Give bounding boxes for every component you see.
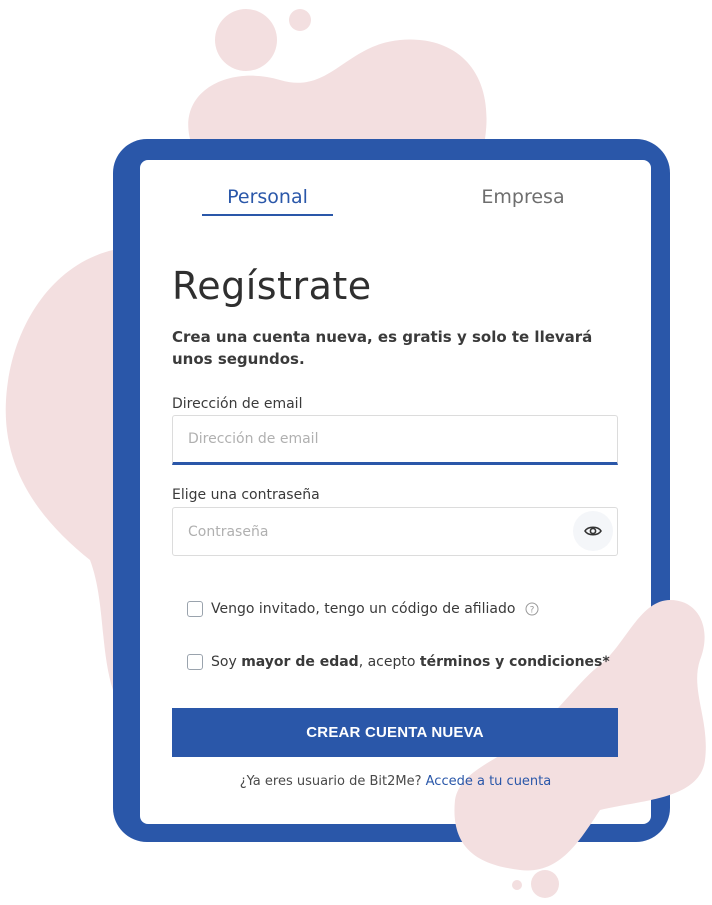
affiliate-label: Vengo invitado, tengo un código de afili… (211, 601, 516, 617)
affiliate-checkbox[interactable] (187, 601, 203, 617)
email-label: Dirección de email (172, 396, 303, 412)
svg-text:?: ? (530, 605, 535, 615)
eye-icon (584, 526, 602, 536)
register-form: Personal Empresa Regístrate Crea una cue… (140, 160, 651, 824)
affiliate-row: Vengo invitado, tengo un código de afili… (187, 601, 539, 617)
password-input[interactable] (172, 507, 618, 556)
tab-empresa[interactable]: Empresa (458, 186, 588, 208)
tab-personal[interactable]: Personal (202, 186, 333, 208)
page-title: Regístrate (172, 264, 372, 308)
terms-age: mayor de edad (241, 654, 359, 670)
terms-prefix: Soy (211, 654, 242, 670)
password-label: Elige una contraseña (172, 487, 320, 503)
login-link[interactable]: Accede a tu cuenta (426, 774, 552, 789)
login-prompt-text: ¿Ya eres usuario de Bit2Me? (239, 774, 426, 789)
show-password-button[interactable] (573, 511, 613, 551)
create-account-button[interactable]: CREAR CUENTA NUEVA (172, 708, 618, 757)
active-tab-indicator (202, 214, 333, 216)
question-circle-icon[interactable]: ? (525, 602, 539, 616)
login-prompt: ¿Ya eres usuario de Bit2Me? Accede a tu … (140, 774, 651, 789)
terms-middle: , acepto (358, 654, 420, 670)
page-subtitle: Crea una cuenta nueva, es gratis y solo … (172, 328, 593, 368)
email-input[interactable] (172, 415, 618, 465)
terms-row: Soy mayor de edad , acepto términos y co… (187, 654, 610, 670)
terms-checkbox[interactable] (187, 654, 203, 670)
terms-link[interactable]: términos y condiciones* (420, 654, 610, 670)
